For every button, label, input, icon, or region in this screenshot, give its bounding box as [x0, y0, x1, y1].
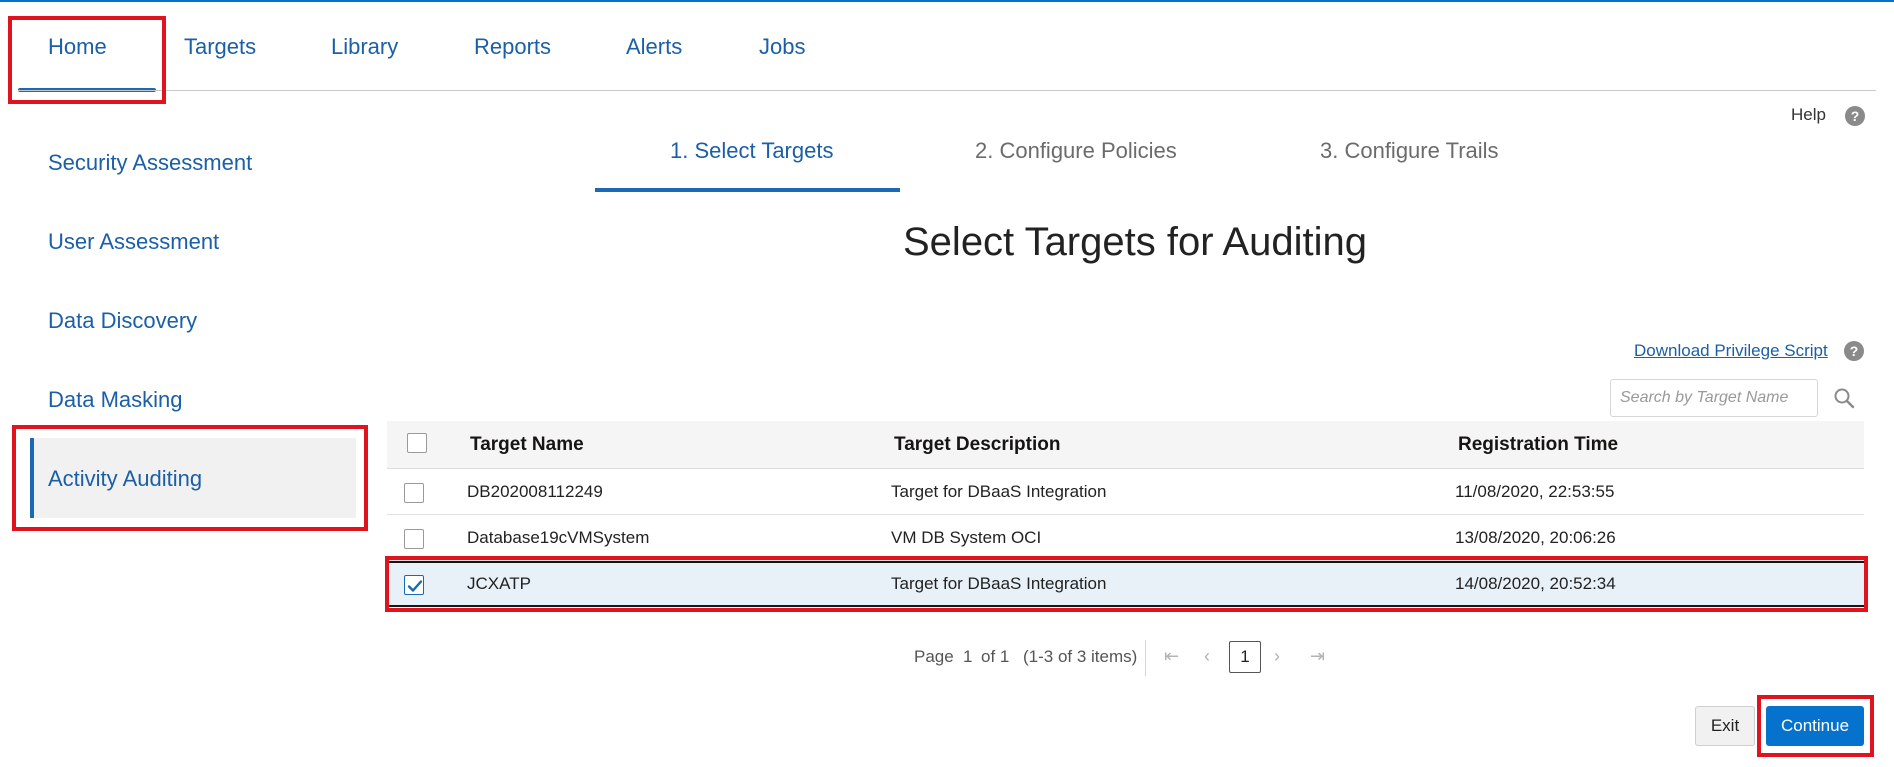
checkmark-icon	[407, 580, 423, 592]
row-checkbox-checked[interactable]	[404, 575, 424, 595]
sidebar-item-user-assessment[interactable]: User Assessment	[48, 229, 219, 255]
last-page-icon[interactable]: ⇥	[1310, 646, 1325, 667]
download-privilege-script-link[interactable]: Download Privilege Script	[1634, 341, 1828, 361]
table-header: Target Name Target Description Registrat…	[387, 421, 1864, 469]
continue-button[interactable]: Continue	[1766, 706, 1864, 746]
step-active-indicator	[595, 188, 900, 192]
nav-targets[interactable]: Targets	[184, 34, 256, 60]
target-name-cell: DB202008112249	[467, 482, 603, 501]
column-header-registration-time[interactable]: Registration Time	[1458, 434, 1618, 456]
search-field[interactable]	[1610, 379, 1818, 417]
pagination-divider	[1145, 640, 1146, 676]
pagination-of-label: of 1	[981, 647, 1010, 666]
pagination-items-label: (1-3 of 3 items)	[1023, 647, 1138, 666]
row-checkbox[interactable]	[404, 529, 424, 549]
help-link[interactable]: Help	[1791, 105, 1826, 125]
registration-time-cell: 14/08/2020, 20:52:34	[1455, 574, 1616, 593]
step-configure-policies[interactable]: 2. Configure Policies	[975, 138, 1177, 164]
table-row-selected[interactable]: JCXATP Target for DBaaS Integration 14/0…	[387, 561, 1864, 607]
sidebar-item-data-discovery[interactable]: Data Discovery	[48, 308, 197, 334]
first-page-icon[interactable]: ⇤	[1164, 646, 1179, 667]
step-configure-trails[interactable]: 3. Configure Trails	[1320, 138, 1499, 164]
step-select-targets[interactable]: 1. Select Targets	[670, 138, 833, 164]
sidebar-active-bar	[30, 438, 34, 518]
target-name-cell: JCXATP	[467, 574, 531, 593]
nav-home[interactable]: Home	[48, 34, 107, 60]
table-row[interactable]: DB202008112249 Target for DBaaS Integrat…	[387, 469, 1864, 515]
table-row[interactable]: Database19cVMSystem VM DB System OCI 13/…	[387, 515, 1864, 561]
nav-reports[interactable]: Reports	[474, 34, 551, 60]
target-description-cell: VM DB System OCI	[891, 528, 1042, 547]
sidebar-item-activity-auditing-label[interactable]: Activity Auditing	[48, 466, 202, 492]
nav-alerts[interactable]: Alerts	[626, 34, 682, 60]
sidebar-item-data-masking[interactable]: Data Masking	[48, 387, 183, 413]
help-question-icon[interactable]: ?	[1845, 106, 1865, 126]
page-number-button[interactable]: 1	[1229, 641, 1261, 673]
top-navigation: Home Targets Library Reports Alerts Jobs	[0, 2, 1894, 92]
registration-time-cell: 11/08/2020, 22:53:55	[1455, 482, 1615, 501]
page-title: Select Targets for Auditing	[903, 220, 1367, 264]
select-all-checkbox[interactable]	[407, 433, 427, 453]
next-page-icon[interactable]: ›	[1274, 646, 1280, 667]
download-help-icon[interactable]: ?	[1844, 341, 1864, 361]
nav-library[interactable]: Library	[331, 34, 398, 60]
previous-page-icon[interactable]: ‹	[1204, 646, 1210, 667]
nav-jobs[interactable]: Jobs	[759, 34, 805, 60]
nav-divider	[18, 90, 1876, 91]
pagination-page-label: Page	[914, 647, 954, 666]
search-icon[interactable]	[1832, 386, 1856, 410]
column-header-target-description[interactable]: Target Description	[894, 434, 1060, 456]
target-description-cell: Target for DBaaS Integration	[891, 574, 1107, 593]
registration-time-cell: 13/08/2020, 20:06:26	[1455, 528, 1616, 547]
target-description-cell: Target for DBaaS Integration	[891, 482, 1107, 501]
search-input[interactable]	[1611, 380, 1817, 416]
row-checkbox[interactable]	[404, 483, 424, 503]
column-header-target-name[interactable]: Target Name	[470, 434, 584, 456]
target-name-cell: Database19cVMSystem	[467, 528, 650, 547]
exit-button[interactable]: Exit	[1695, 706, 1755, 746]
pagination-current-page[interactable]: 1	[963, 647, 972, 667]
sidebar-item-security-assessment[interactable]: Security Assessment	[48, 150, 252, 176]
